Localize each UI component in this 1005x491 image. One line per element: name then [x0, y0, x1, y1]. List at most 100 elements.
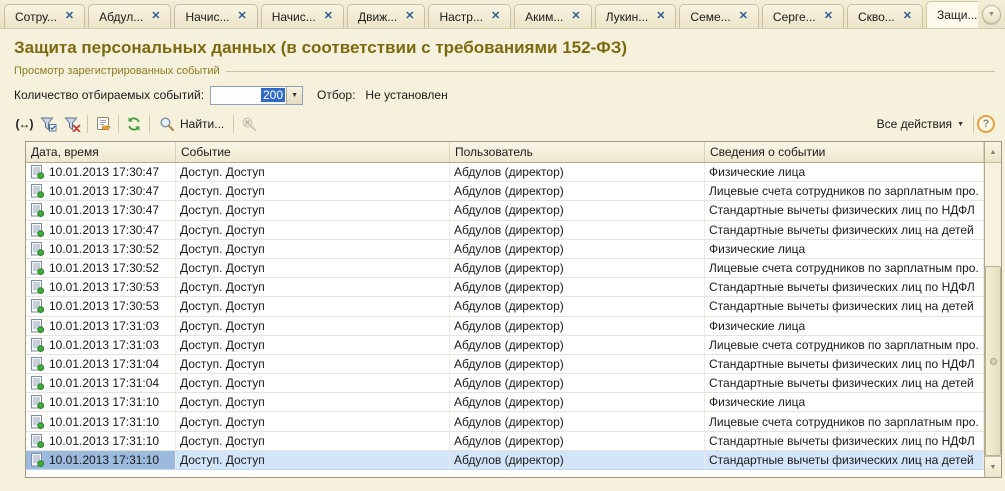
- event-record-icon: [31, 242, 44, 256]
- tab-close-icon[interactable]: ✕: [65, 11, 74, 22]
- tab-6[interactable]: Настр...✕: [428, 4, 511, 28]
- table-row[interactable]: 10.01.2013 17:31:03Доступ. ДоступАбдулов…: [26, 336, 1001, 355]
- all-actions-button[interactable]: Все действия ▼: [871, 113, 970, 135]
- cancel-search-button[interactable]: [237, 113, 261, 135]
- tab-4[interactable]: Начис...✕: [261, 4, 344, 28]
- cell-user: Абдулов (директор): [450, 374, 705, 392]
- event-record-icon: [31, 184, 44, 198]
- table-row[interactable]: 10.01.2013 17:31:03Доступ. ДоступАбдулов…: [26, 317, 1001, 336]
- table-row[interactable]: 10.01.2013 17:30:53Доступ. ДоступАбдулов…: [26, 297, 1001, 316]
- find-button[interactable]: Найти...: [153, 113, 230, 135]
- table-row[interactable]: 10.01.2013 17:30:52Доступ. ДоступАбдулов…: [26, 259, 1001, 278]
- set-filter-button[interactable]: [36, 113, 60, 135]
- column-header-user[interactable]: Пользователь: [450, 142, 705, 162]
- tab-11[interactable]: Скво...✕: [847, 4, 923, 28]
- cell-event: Доступ. Доступ: [176, 221, 450, 239]
- cell-details: Стандартные вычеты физических лиц на дет…: [705, 451, 984, 469]
- events-count-dropdown-button[interactable]: ▼: [286, 87, 302, 104]
- tab-close-icon[interactable]: ✕: [405, 11, 414, 22]
- table-row[interactable]: 10.01.2013 17:31:04Доступ. ДоступАбдулов…: [26, 355, 1001, 374]
- table-row[interactable]: 10.01.2013 17:31:10Доступ. ДоступАбдулов…: [26, 412, 1001, 431]
- selection-value: Не установлен: [365, 88, 447, 102]
- cell-user: Абдулов (директор): [450, 297, 705, 315]
- events-count-input[interactable]: 200 ▼: [210, 86, 303, 105]
- events-count-value[interactable]: 200: [211, 87, 286, 104]
- cell-user: Абдулов (директор): [450, 182, 705, 200]
- table-row[interactable]: 10.01.2013 17:30:47Доступ. ДоступАбдулов…: [26, 221, 1001, 240]
- cell-details: Лицевые счета сотрудников по зарплатным …: [705, 182, 984, 200]
- cell-details: Стандартные вычеты физических лиц по НДФ…: [705, 355, 984, 373]
- cell-datetime: 10.01.2013 17:31:03: [26, 336, 176, 354]
- table-row[interactable]: 10.01.2013 17:30:47Доступ. ДоступАбдулов…: [26, 182, 1001, 201]
- tab-close-icon[interactable]: ✕: [824, 11, 833, 22]
- tab-9[interactable]: Семе... ✕: [679, 4, 758, 28]
- cell-details: Физические лица: [705, 163, 984, 181]
- events-table: Дата, время Событие Пользователь Сведени…: [25, 141, 1002, 478]
- search-cancel-icon: [241, 116, 257, 132]
- table-row[interactable]: 10.01.2013 17:30:47Доступ. ДоступАбдулов…: [26, 201, 1001, 220]
- tab-12[interactable]: Защи...✕: [926, 1, 978, 28]
- table-row[interactable]: 10.01.2013 17:30:52Доступ. ДоступАбдулов…: [26, 240, 1001, 259]
- triangle-down-icon: ▼: [990, 464, 997, 471]
- cell-details: Стандартные вычеты физических лиц на дет…: [705, 221, 984, 239]
- cell-datetime: 10.01.2013 17:31:04: [26, 374, 176, 392]
- tab-label: Семе...: [690, 10, 730, 24]
- event-record-icon: [31, 223, 44, 237]
- clear-filter-button[interactable]: [60, 113, 84, 135]
- tab-3[interactable]: Начис...✕: [174, 4, 257, 28]
- event-record-icon: [31, 395, 44, 409]
- event-record-icon: [31, 319, 44, 333]
- tab-overflow-button[interactable]: ▼: [982, 5, 1001, 24]
- scroll-up-button[interactable]: ▲: [985, 142, 1001, 163]
- column-header-details[interactable]: Сведения о событии: [705, 142, 984, 162]
- tab-10[interactable]: Серге...✕: [762, 4, 844, 28]
- tabs: Сотру...✕Абдул...✕Начис...✕Начис...✕Движ…: [4, 1, 978, 28]
- tab-close-icon[interactable]: ✕: [903, 11, 912, 22]
- tab-8[interactable]: Лукин... ✕: [595, 4, 677, 28]
- cell-user: Абдулов (директор): [450, 163, 705, 181]
- filter-set-icon: [40, 116, 57, 132]
- vertical-scrollbar[interactable]: ▲ ▼: [984, 142, 1001, 477]
- scroll-down-button[interactable]: ▼: [985, 456, 1001, 477]
- table-row[interactable]: 10.01.2013 17:31:04Доступ. ДоступАбдулов…: [26, 374, 1001, 393]
- table-row[interactable]: 10.01.2013 17:31:10Доступ. ДоступАбдулов…: [26, 432, 1001, 451]
- question-icon: ?: [983, 118, 990, 130]
- scrollbar-thumb[interactable]: [985, 266, 1001, 456]
- tab-2[interactable]: Абдул... ✕: [88, 4, 171, 28]
- column-header-event[interactable]: Событие: [176, 142, 450, 162]
- table-row[interactable]: 10.01.2013 17:31:10Доступ. ДоступАбдулов…: [26, 451, 1001, 470]
- cell-datetime: 10.01.2013 17:30:47: [26, 221, 176, 239]
- cell-event: Доступ. Доступ: [176, 412, 450, 430]
- table-row[interactable]: 10.01.2013 17:31:10Доступ. ДоступАбдулов…: [26, 393, 1001, 412]
- cell-event: Доступ. Доступ: [176, 297, 450, 315]
- tab-close-icon[interactable]: ✕: [151, 11, 160, 22]
- tab-1[interactable]: Сотру...✕: [4, 4, 85, 28]
- event-record-icon: [31, 338, 44, 352]
- table-row[interactable]: 10.01.2013 17:30:47Доступ. ДоступАбдулов…: [26, 163, 1001, 182]
- table-row[interactable]: 10.01.2013 17:30:53Доступ. ДоступАбдулов…: [26, 278, 1001, 297]
- cell-user: Абдулов (директор): [450, 432, 705, 450]
- column-header-datetime[interactable]: Дата, время: [26, 142, 176, 162]
- tab-close-icon[interactable]: ✕: [238, 11, 247, 22]
- toolbar-separator: [973, 115, 974, 133]
- tab-5[interactable]: Движ...✕: [347, 4, 425, 28]
- toolbar-separator: [87, 115, 88, 133]
- event-record-icon: [31, 261, 44, 275]
- set-interval-button[interactable]: (↔): [12, 113, 36, 135]
- event-record-icon: [31, 165, 44, 179]
- help-button[interactable]: ?: [977, 115, 995, 133]
- tab-close-icon[interactable]: ✕: [571, 11, 580, 22]
- tab-label: Абдул...: [99, 10, 143, 24]
- refresh-button[interactable]: [122, 113, 146, 135]
- cell-datetime: 10.01.2013 17:31:04: [26, 355, 176, 373]
- chevron-down-icon: ▼: [291, 92, 298, 99]
- tab-close-icon[interactable]: ✕: [324, 11, 333, 22]
- tab-7[interactable]: Аким...✕: [514, 4, 591, 28]
- tab-close-icon[interactable]: ✕: [656, 11, 665, 22]
- group-label: Просмотр зарегистрированных событий: [14, 65, 220, 77]
- tab-close-icon[interactable]: ✕: [739, 11, 748, 22]
- tab-label: Лукин...: [606, 10, 649, 24]
- tab-close-icon[interactable]: ✕: [491, 11, 500, 22]
- cell-user: Абдулов (директор): [450, 259, 705, 277]
- open-event-record-button[interactable]: [91, 113, 115, 135]
